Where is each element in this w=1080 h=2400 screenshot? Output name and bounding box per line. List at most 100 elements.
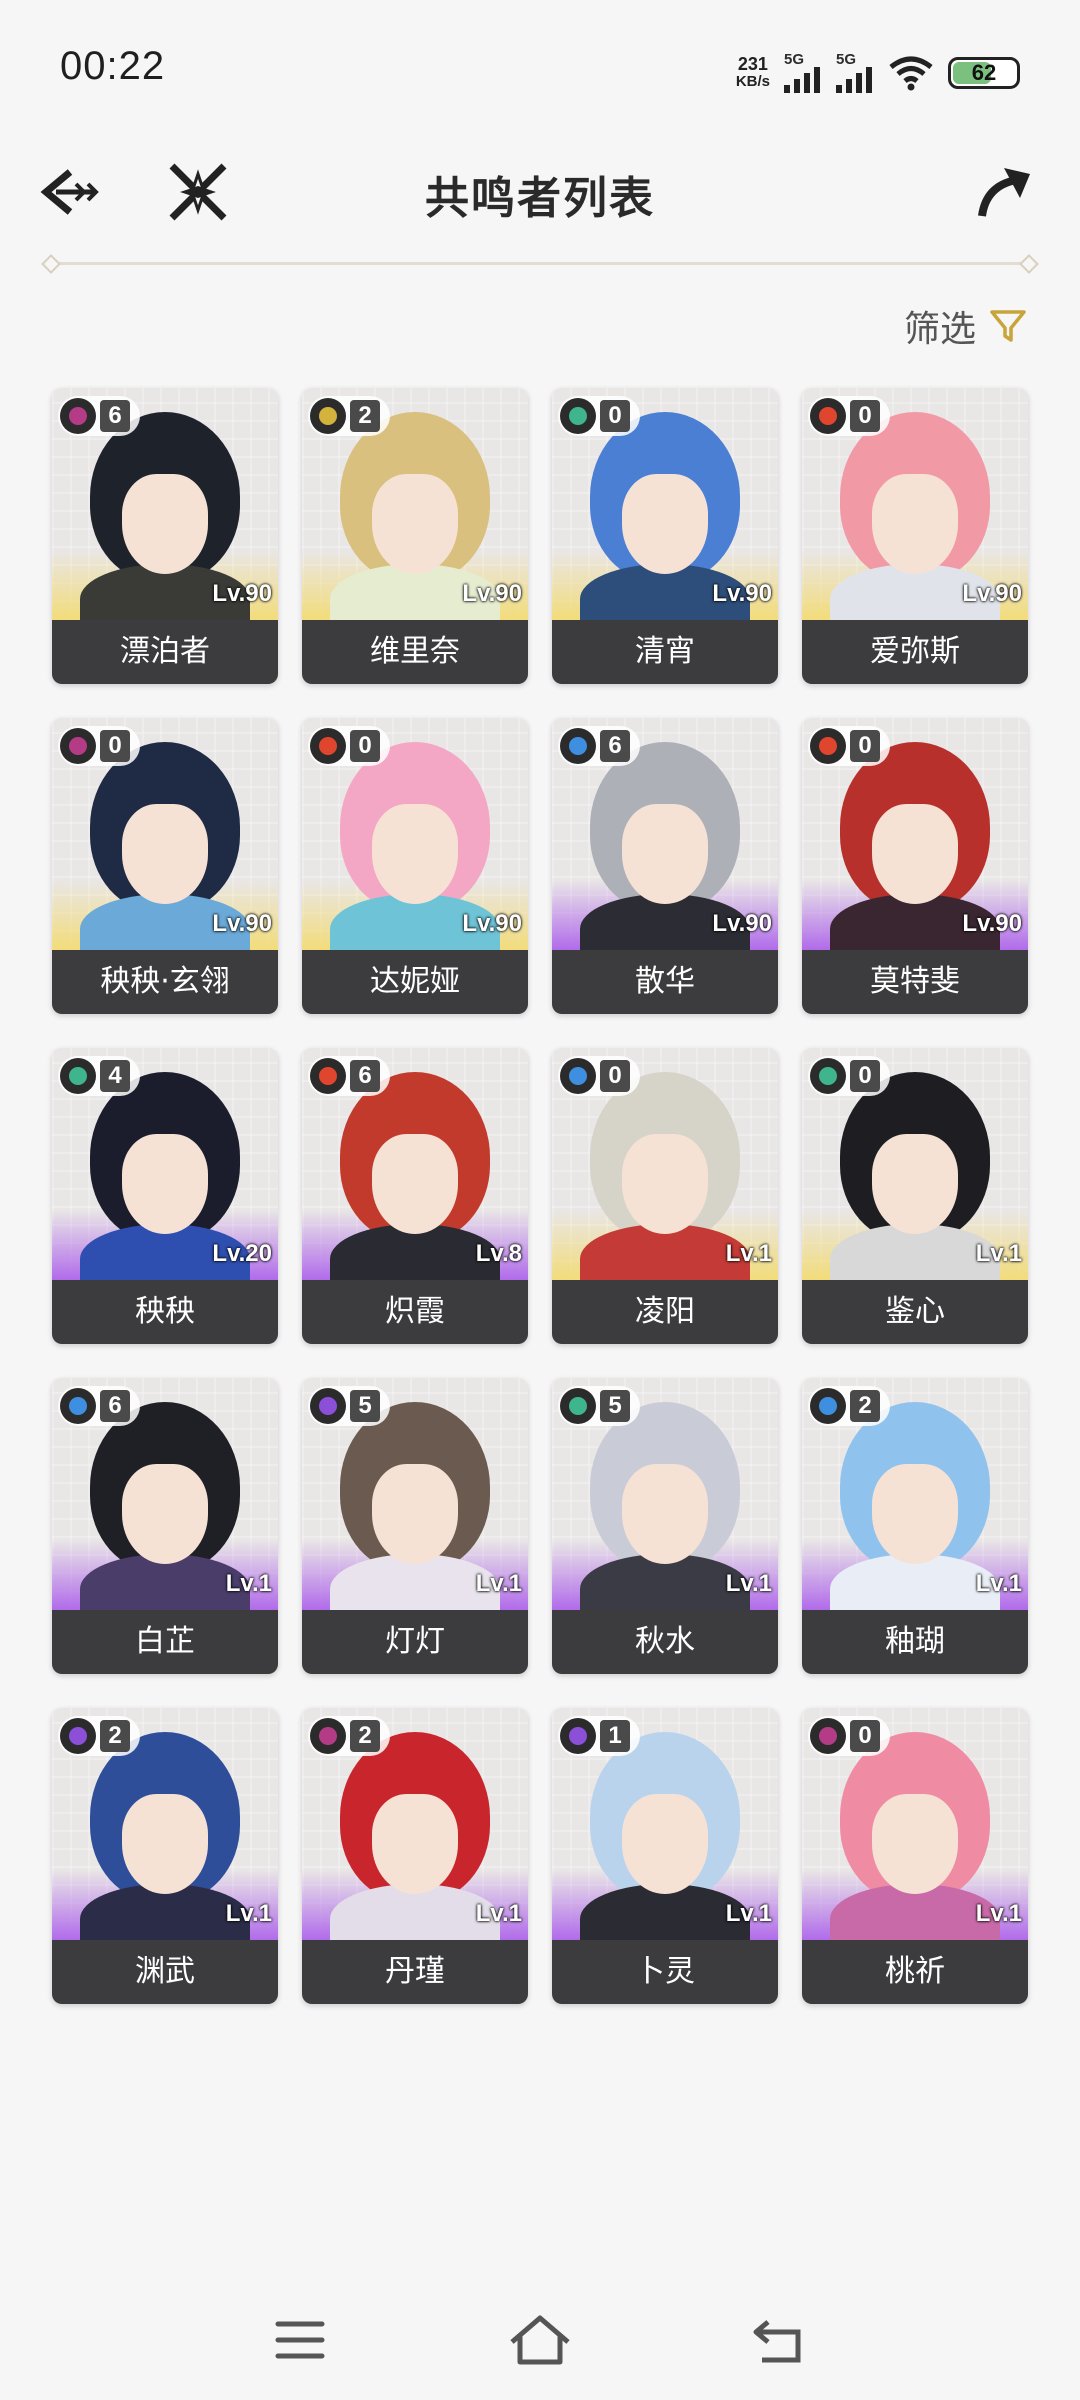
character-card[interactable]: 2 Lv.90 维里奈	[302, 388, 528, 684]
character-card[interactable]: 4 Lv.20 秧秧	[52, 1048, 278, 1344]
character-face	[122, 1464, 208, 1564]
home-button[interactable]	[500, 2300, 580, 2380]
character-card[interactable]: 0 Lv.1 凌阳	[552, 1048, 778, 1344]
glacio-element-icon	[810, 1388, 846, 1424]
character-face	[372, 1464, 458, 1564]
back-nav-button[interactable]	[740, 2300, 820, 2380]
chain-count: 0	[850, 730, 880, 762]
character-card[interactable]: 6 Lv.90 散华	[552, 718, 778, 1014]
menu-icon	[275, 2321, 325, 2359]
character-card[interactable]: 0 Lv.1 桃祈	[802, 1708, 1028, 2004]
element-chain-badge: 1	[558, 1716, 640, 1756]
character-card[interactable]: 5 Lv.1 灯灯	[302, 1378, 528, 1674]
character-face	[622, 1794, 708, 1894]
status-bar: 00:22 231 KB/s 5G 5G 62	[0, 0, 1080, 140]
character-level: Lv.20	[212, 1240, 272, 1267]
glacio-element-icon	[560, 728, 596, 764]
character-card[interactable]: 2 Lv.1 丹瑾	[302, 1708, 528, 2004]
filter-label: 筛选	[903, 309, 976, 350]
fusion-element-icon	[810, 398, 846, 434]
havoc-element-icon	[60, 728, 96, 764]
element-chain-badge: 0	[58, 726, 140, 766]
character-level: Lv.90	[712, 910, 772, 937]
sim1-label: 5G	[784, 51, 805, 68]
character-face	[872, 1134, 958, 1234]
character-card[interactable]: 0 Lv.90 莫特斐	[802, 718, 1028, 1014]
filter-icon	[990, 310, 1026, 342]
character-card[interactable]: 0 Lv.90 爱弥斯	[802, 388, 1028, 684]
character-card[interactable]: 0 Lv.90 清宵	[552, 388, 778, 684]
element-chain-badge: 2	[308, 396, 390, 436]
filter-button[interactable]: 筛选	[904, 300, 1028, 352]
character-face	[122, 804, 208, 904]
character-face	[622, 474, 708, 574]
element-chain-badge: 6	[558, 726, 640, 766]
character-card[interactable]: 2 Lv.1 渊武	[52, 1708, 278, 2004]
character-name: 白芷	[52, 1610, 278, 1674]
character-level: Lv.1	[475, 1900, 522, 1927]
status-time: 00:22	[60, 44, 166, 88]
chain-count: 0	[850, 1720, 880, 1752]
chain-count: 2	[350, 400, 380, 432]
glacio-element-icon	[60, 1388, 96, 1424]
character-card[interactable]: 5 Lv.1 秋水	[552, 1378, 778, 1674]
character-name: 灯灯	[302, 1610, 528, 1674]
signal-bars-icon	[784, 67, 820, 93]
character-card[interactable]: 0 Lv.90 达妮娅	[302, 718, 528, 1014]
back-icon	[753, 2320, 801, 2363]
net-speed-value: 231	[737, 54, 768, 74]
character-card[interactable]: 2 Lv.1 釉瑚	[802, 1378, 1028, 1674]
character-level: Lv.90	[962, 910, 1022, 937]
character-card[interactable]: 0 Lv.1 鉴心	[802, 1048, 1028, 1344]
character-face	[872, 1464, 958, 1564]
character-name: 炽霞	[302, 1280, 528, 1344]
character-card[interactable]: 6 Lv.90 漂泊者	[52, 388, 278, 684]
share-button[interactable]	[964, 152, 1044, 232]
element-chain-badge: 0	[558, 1056, 640, 1096]
character-level: Lv.1	[225, 1570, 272, 1597]
character-face	[872, 474, 958, 574]
menu-button[interactable]	[260, 2300, 340, 2380]
character-face	[122, 1794, 208, 1894]
wifi-icon	[889, 56, 933, 91]
character-card[interactable]: 0 Lv.90 秧秧·玄翎	[52, 718, 278, 1014]
character-name: 爱弥斯	[802, 620, 1028, 684]
character-level: Lv.90	[712, 580, 772, 607]
character-name: 散华	[552, 950, 778, 1014]
chain-count: 6	[600, 730, 630, 762]
character-name: 丹瑾	[302, 1940, 528, 2004]
character-name: 秧秧	[52, 1280, 278, 1344]
chain-count: 0	[600, 400, 630, 432]
aero-element-icon	[810, 1058, 846, 1094]
character-name: 维里奈	[302, 620, 528, 684]
character-name: 桃祈	[802, 1940, 1028, 2004]
character-level: Lv.1	[475, 1570, 522, 1597]
element-chain-badge: 0	[558, 396, 640, 436]
page-title: 共鸣者列表	[425, 173, 655, 224]
character-name: 卜灵	[552, 1940, 778, 2004]
element-chain-badge: 4	[58, 1056, 140, 1096]
chain-count: 6	[100, 400, 130, 432]
character-face	[872, 1794, 958, 1894]
chain-count: 0	[850, 400, 880, 432]
net-speed: 231 KB/s	[736, 55, 770, 91]
chain-count: 5	[350, 1390, 380, 1422]
element-chain-badge: 0	[808, 1056, 890, 1096]
chain-count: 2	[100, 1720, 130, 1752]
character-card[interactable]: 1 Lv.1 卜灵	[552, 1708, 778, 2004]
chain-count: 2	[850, 1390, 880, 1422]
character-level: Lv.1	[225, 1900, 272, 1927]
electro-element-icon	[60, 1718, 96, 1754]
element-chain-badge: 0	[808, 1716, 890, 1756]
electro-element-icon	[310, 1388, 346, 1424]
character-name: 釉瑚	[802, 1610, 1028, 1674]
character-face	[622, 804, 708, 904]
character-name: 秋水	[552, 1610, 778, 1674]
havoc-element-icon	[310, 1718, 346, 1754]
character-name: 渊武	[52, 1940, 278, 2004]
character-level: Lv.1	[975, 1240, 1022, 1267]
character-card[interactable]: 6 Lv.8 炽霞	[302, 1048, 528, 1344]
aero-element-icon	[560, 398, 596, 434]
character-card[interactable]: 6 Lv.1 白芷	[52, 1378, 278, 1674]
element-chain-badge: 2	[58, 1716, 140, 1756]
